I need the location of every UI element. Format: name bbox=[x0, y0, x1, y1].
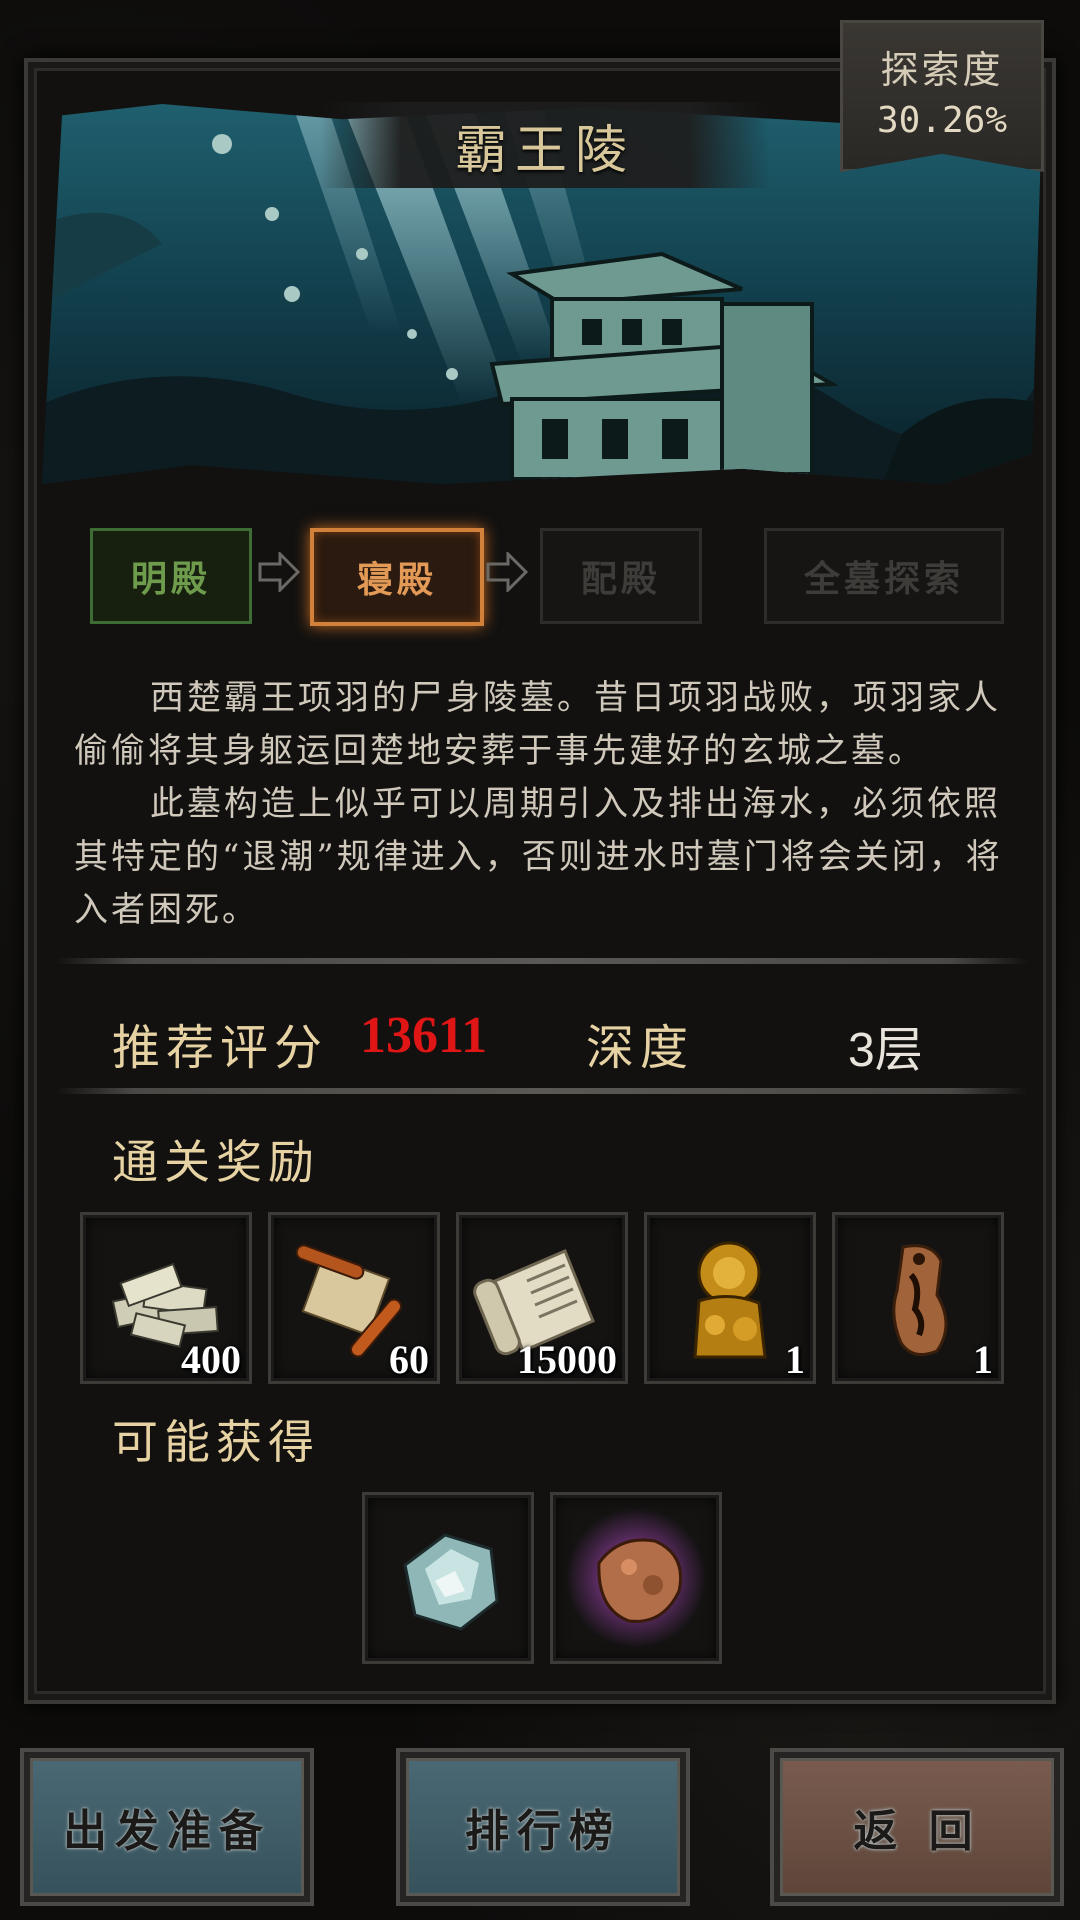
divider bbox=[56, 958, 1028, 964]
reward-item-book[interactable]: 15000 bbox=[456, 1212, 628, 1384]
stage-tab-qin-dian[interactable]: 寝殿 bbox=[310, 528, 484, 626]
possible-drops-title: 可能获得 bbox=[112, 1415, 320, 1469]
copper-ore-icon bbox=[566, 1508, 706, 1648]
depth-label: 深度 bbox=[586, 1020, 695, 1076]
description-paragraph: 此墓构造上似乎可以周期引入及排出海水，必须依照其特定的“退潮”规律进入，否则进水… bbox=[74, 784, 1003, 930]
divider bbox=[56, 1088, 1028, 1094]
stage-tab-full-explore[interactable]: 全墓探索 bbox=[764, 528, 1004, 624]
reward-count: 60 bbox=[389, 1337, 429, 1382]
dungeon-description: 西楚霸王项羽的尸身陵墓。昔日项羽战败，项羽家人偷偷将其身躯运回楚地安葬于事先建好… bbox=[74, 672, 1010, 937]
back-button[interactable]: 返 回 bbox=[770, 1748, 1064, 1906]
stage-tab-label: 明殿 bbox=[130, 559, 211, 600]
stage-tab-ming-dian[interactable]: 明殿 bbox=[90, 528, 252, 624]
dungeon-title-plate: 霸王陵 bbox=[320, 102, 770, 188]
reward-count: 1 bbox=[785, 1337, 805, 1382]
crystal-ore-icon bbox=[403, 1533, 499, 1631]
exploration-label: 探索度 bbox=[880, 48, 1004, 92]
rewards-title: 通关奖励 bbox=[112, 1135, 320, 1189]
ranking-label: 排行榜 bbox=[465, 1806, 621, 1857]
stats-row: 推荐评分 13611 深度 3层 bbox=[0, 1000, 1080, 1077]
possible-item-copper-ore[interactable] bbox=[550, 1492, 722, 1664]
bronze-token-icon bbox=[892, 1244, 948, 1357]
exploration-value: 30.26% bbox=[876, 100, 1008, 141]
arrow-right-icon bbox=[486, 552, 528, 592]
reward-item-scroll[interactable]: 60 bbox=[268, 1212, 440, 1384]
gold-lion-statue-icon bbox=[693, 1241, 767, 1359]
stage-tab-label: 寝殿 bbox=[356, 560, 437, 601]
back-label: 返 回 bbox=[853, 1806, 981, 1857]
reward-count: 15000 bbox=[517, 1337, 617, 1382]
depart-prepare-button[interactable]: 出发准备 bbox=[20, 1748, 314, 1906]
stage-tab-label: 配殿 bbox=[580, 559, 661, 600]
reward-item-bronze-token[interactable]: 1 bbox=[832, 1212, 1004, 1384]
stage-tab-pei-dian[interactable]: 配殿 bbox=[540, 528, 702, 624]
score-value: 13611 bbox=[360, 1007, 488, 1064]
score-label: 推荐评分 bbox=[112, 1020, 329, 1076]
reward-item-lion-statue[interactable]: 1 bbox=[644, 1212, 816, 1384]
reward-count: 400 bbox=[181, 1337, 241, 1382]
reward-item-money[interactable]: 400 bbox=[80, 1212, 252, 1384]
stage-tab-label: 全墓探索 bbox=[803, 559, 964, 600]
depth-value: 3层 bbox=[848, 1024, 923, 1077]
possible-item-crystal-ore[interactable] bbox=[362, 1492, 534, 1664]
dungeon-title: 霸王陵 bbox=[454, 120, 635, 181]
description-paragraph: 西楚霸王项羽的尸身陵墓。昔日项羽战败，项羽家人偷偷将其身躯运回楚地安葬于事先建好… bbox=[74, 678, 1001, 771]
exploration-progress-tag: 探索度 30.26% bbox=[840, 20, 1044, 172]
depart-prepare-label: 出发准备 bbox=[63, 1806, 271, 1857]
arrow-right-icon bbox=[258, 552, 300, 592]
reward-count: 1 bbox=[973, 1337, 993, 1382]
ranking-button[interactable]: 排行榜 bbox=[396, 1748, 690, 1906]
